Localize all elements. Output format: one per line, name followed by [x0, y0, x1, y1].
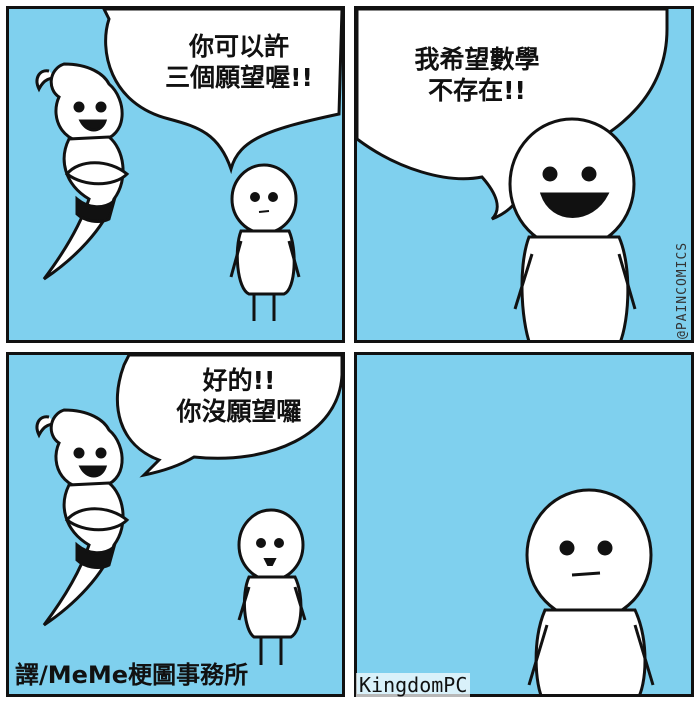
artist-credit: @PAINCOMICS	[675, 241, 690, 339]
speech-bubble-text: 你可以許 三個願望喔!!	[139, 31, 339, 94]
bubble-line: 你可以許 三個願望喔!!	[165, 32, 313, 93]
genie-figure	[35, 408, 130, 627]
boy-figure	[525, 488, 655, 694]
genie-figure	[35, 62, 130, 281]
boy-figure	[229, 163, 301, 321]
panel-4-art	[525, 488, 655, 694]
bubble-line: 好的!! 你沒願望囉	[176, 366, 302, 427]
speech-bubble-text: 好的!! 你沒願望囉	[144, 365, 334, 428]
comic-panel-1: 你可以許 三個願望喔!!	[6, 6, 345, 343]
comic-panel-3: 好的!! 你沒願望囉 譯/MeMe梗圖事務所	[6, 352, 345, 697]
translator-credit: 譯/MeMe梗圖事務所	[15, 661, 249, 689]
boy-figure	[237, 508, 307, 665]
speech-bubble-text: 我希望數學 不存在!!	[377, 44, 577, 107]
boy-figure	[508, 117, 637, 340]
comic-panel-4	[354, 352, 694, 697]
watermark-text: KingdomPC	[356, 673, 471, 697]
bubble-line: 我希望數學 不存在!!	[414, 45, 540, 106]
comic-panel-2: 我希望數學 不存在!! @PAINCOMICS	[354, 6, 694, 343]
